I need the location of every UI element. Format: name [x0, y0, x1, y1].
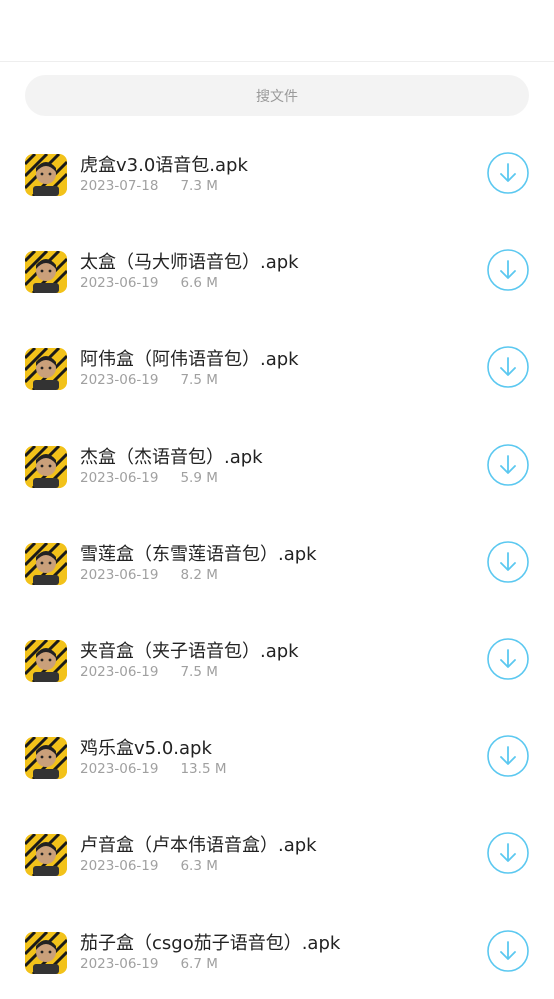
file-name: 太盒（马大师语音包）.apk — [80, 252, 299, 274]
app-thumbnail — [25, 542, 67, 585]
download-icon — [487, 152, 529, 194]
file-name: 阿伟盒（阿伟语音包）.apk — [80, 349, 299, 371]
file-name: 雪莲盒（东雪莲语音包）.apk — [80, 543, 317, 565]
file-date: 2023-06-19 — [80, 858, 159, 875]
download-button[interactable] — [487, 832, 529, 875]
search-input[interactable]: 搜文件 — [25, 75, 529, 116]
file-size: 7.5 M — [180, 372, 218, 389]
download-icon — [487, 735, 529, 777]
download-button[interactable] — [487, 735, 529, 777]
file-name: 虎盒v3.0语音包.apk — [80, 155, 248, 176]
app-thumbnail — [25, 445, 67, 488]
download-icon — [487, 249, 529, 291]
app-thumbnail — [25, 737, 67, 780]
file-list-item[interactable]: 太盒（马大师语音包）.apk 2023-06-19 6.6 M — [0, 221, 554, 318]
app-thumbnail — [25, 639, 67, 682]
file-list-item[interactable]: 茄子盒（csgo茄子语音包）.apk 2023-06-19 6.7 M — [0, 902, 554, 999]
download-button[interactable] — [487, 540, 529, 583]
file-size: 7.3 M — [180, 178, 218, 194]
file-list: 虎盒v3.0语音包.apk 2023-07-18 7.3 M 太盒（马大师语音包）… — [0, 124, 554, 999]
download-button[interactable] — [487, 249, 529, 291]
file-meta: 2023-06-19 5.9 M — [80, 470, 218, 486]
search-placeholder: 搜文件 — [256, 88, 298, 105]
file-meta: 2023-07-18 7.3 M — [80, 178, 218, 194]
file-name: 夹音盒（夹子语音包）.apk — [80, 640, 299, 662]
file-meta: 2023-06-19 13.5 M — [80, 761, 226, 777]
avatar-icon — [25, 737, 67, 780]
app-thumbnail — [25, 251, 67, 294]
download-button[interactable] — [487, 638, 529, 680]
file-size: 6.7 M — [180, 955, 218, 972]
file-meta: 2023-06-19 7.5 M — [80, 372, 218, 388]
file-date: 2023-07-18 — [80, 178, 159, 194]
download-icon — [487, 346, 529, 389]
file-size: 6.6 M — [180, 275, 218, 292]
avatar-icon — [25, 542, 67, 585]
avatar-icon — [25, 931, 67, 974]
download-button[interactable] — [487, 443, 529, 486]
file-size: 13.5 M — [180, 761, 227, 778]
download-icon — [487, 443, 529, 486]
file-list-item[interactable]: 虎盒v3.0语音包.apk 2023-07-18 7.3 M — [0, 124, 554, 221]
file-list-item[interactable]: 雪莲盒（东雪莲语音包）.apk 2023-06-19 8.2 M — [0, 513, 554, 610]
file-name: 茄子盒（csgo茄子语音包）.apk — [80, 932, 341, 954]
file-name: 杰盒（杰语音包）.apk — [80, 446, 263, 468]
app-thumbnail — [25, 931, 67, 974]
file-date: 2023-06-19 — [80, 469, 159, 486]
file-size: 5.9 M — [180, 469, 218, 486]
file-date: 2023-06-19 — [80, 955, 159, 972]
file-list-item[interactable]: 夹音盒（夹子语音包）.apk 2023-06-19 7.5 M — [0, 610, 554, 707]
app-thumbnail — [25, 154, 67, 196]
file-meta: 2023-06-19 6.3 M — [80, 858, 218, 874]
download-button[interactable] — [487, 929, 529, 972]
app-thumbnail — [25, 834, 67, 877]
file-date: 2023-06-19 — [80, 761, 159, 778]
file-size: 7.5 M — [180, 663, 218, 680]
download-icon — [487, 638, 529, 680]
download-icon — [487, 929, 529, 972]
file-size: 6.3 M — [180, 858, 218, 875]
download-icon — [487, 832, 529, 875]
avatar-icon — [25, 445, 67, 488]
file-list-item[interactable]: 阿伟盒（阿伟语音包）.apk 2023-06-19 7.5 M — [0, 318, 554, 415]
file-meta: 2023-06-19 6.7 M — [80, 956, 218, 972]
file-meta: 2023-06-19 7.5 M — [80, 664, 218, 680]
download-button[interactable] — [487, 346, 529, 389]
top-bar — [0, 0, 554, 62]
file-meta: 2023-06-19 8.2 M — [80, 567, 218, 583]
avatar-icon — [25, 639, 67, 682]
file-date: 2023-06-19 — [80, 566, 159, 583]
download-icon — [487, 540, 529, 583]
file-list-item[interactable]: 鸡乐盒v5.0.apk 2023-06-19 13.5 M — [0, 707, 554, 804]
download-button[interactable] — [487, 152, 529, 194]
file-date: 2023-06-19 — [80, 663, 159, 680]
file-size: 8.2 M — [180, 566, 218, 583]
file-list-item[interactable]: 卢音盒（卢本伟语音盒）.apk 2023-06-19 6.3 M — [0, 804, 554, 901]
file-list-item[interactable]: 杰盒（杰语音包）.apk 2023-06-19 5.9 M — [0, 416, 554, 513]
avatar-icon — [25, 834, 67, 877]
file-meta: 2023-06-19 6.6 M — [80, 275, 218, 291]
file-date: 2023-06-19 — [80, 372, 159, 389]
file-date: 2023-06-19 — [80, 275, 159, 292]
app-thumbnail — [25, 348, 67, 391]
avatar-icon — [25, 154, 67, 196]
file-name: 卢音盒（卢本伟语音盒）.apk — [80, 835, 317, 857]
avatar-icon — [25, 348, 67, 391]
avatar-icon — [25, 251, 67, 294]
file-name: 鸡乐盒v5.0.apk — [80, 738, 212, 760]
